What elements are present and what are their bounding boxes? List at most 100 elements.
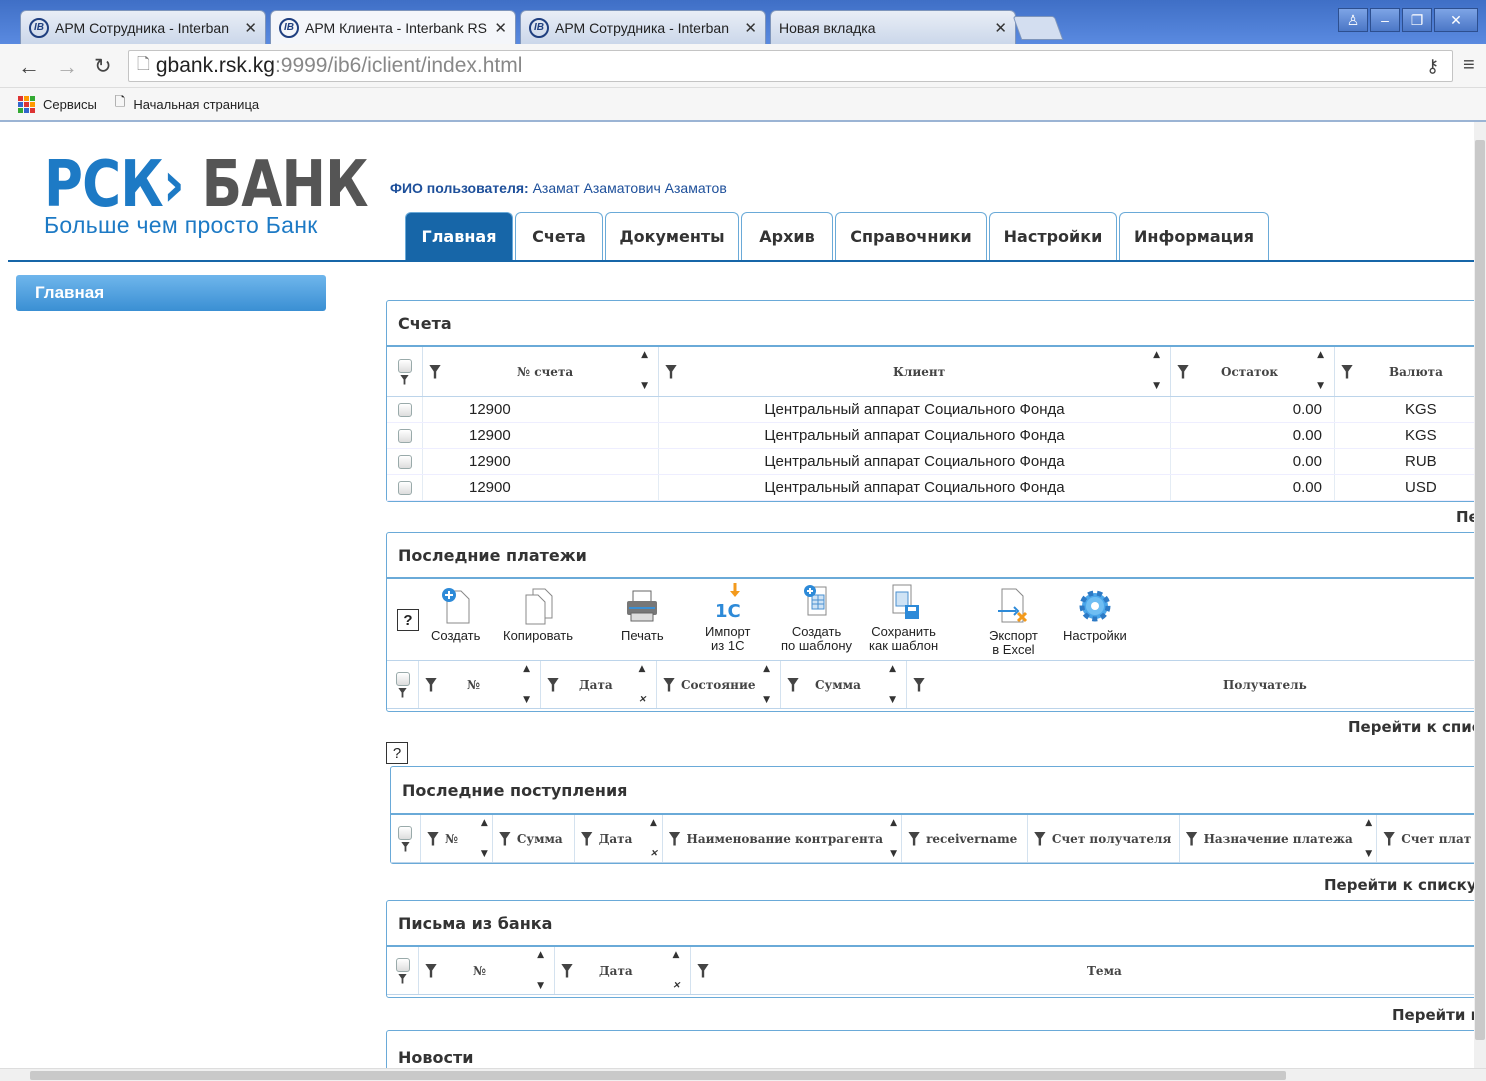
- filter-icon[interactable]: [913, 677, 925, 692]
- close-window-icon[interactable]: ✕: [1434, 8, 1478, 32]
- horizontal-scrollbar[interactable]: [0, 1068, 1486, 1081]
- sort-icon[interactable]: ▲ ✕: [672, 951, 680, 991]
- sort-icon[interactable]: ▲ ▼: [890, 819, 897, 859]
- col-account-number[interactable]: № счета: [517, 365, 573, 379]
- tab-information[interactable]: Информация: [1119, 212, 1269, 260]
- col-number[interactable]: №: [473, 964, 486, 978]
- col-balance[interactable]: Остаток: [1221, 365, 1278, 379]
- sort-icon[interactable]: ▲ ▼: [1153, 351, 1160, 391]
- browser-tab-1[interactable]: IB АРМ Сотрудника - Interban ✕: [20, 10, 266, 44]
- sort-icon[interactable]: ▲ ✕: [650, 819, 658, 859]
- table-row[interactable]: 12900 Центральный аппарат Социального Фо…: [387, 423, 1474, 449]
- filter-icon[interactable]: [1341, 364, 1353, 379]
- filter-icon[interactable]: [665, 364, 677, 379]
- col-number[interactable]: №: [467, 678, 480, 692]
- settings-button[interactable]: Настройки: [1063, 587, 1127, 643]
- col-receivername[interactable]: receivername: [926, 832, 1017, 846]
- col-counterparty[interactable]: Наименование контрагента: [687, 832, 884, 846]
- col-payer-account[interactable]: Счет плат: [1401, 832, 1471, 846]
- filter-icon[interactable]: [425, 963, 437, 978]
- col-payment-purpose[interactable]: Назначение платежа: [1204, 832, 1353, 846]
- close-tab-icon[interactable]: ✕: [494, 19, 507, 37]
- filter-icon[interactable]: [400, 374, 409, 385]
- user-icon[interactable]: ♙: [1338, 8, 1368, 32]
- row-checkbox[interactable]: [397, 428, 412, 443]
- close-tab-icon[interactable]: ✕: [744, 19, 757, 37]
- tab-references[interactable]: Справочники: [835, 212, 987, 260]
- browser-tab-2[interactable]: IB АРМ Клиента - Interbank RS ✕: [270, 10, 516, 44]
- col-client[interactable]: Клиент: [893, 365, 945, 379]
- create-button[interactable]: Создать: [431, 587, 480, 643]
- sort-icon[interactable]: ▲ ▼: [1317, 351, 1324, 391]
- filter-icon[interactable]: [398, 687, 407, 698]
- row-checkbox[interactable]: [397, 402, 412, 417]
- restore-icon[interactable]: ❐: [1402, 8, 1432, 32]
- filter-icon[interactable]: [400, 841, 410, 852]
- filter-icon[interactable]: [787, 677, 799, 692]
- col-recipient[interactable]: Получатель: [1223, 678, 1307, 692]
- browser-tab-3[interactable]: IB АРМ Сотрудника - Interban ✕: [520, 10, 766, 44]
- filter-icon[interactable]: [561, 963, 573, 978]
- tab-archive[interactable]: Архив: [741, 212, 833, 260]
- scrollbar-thumb[interactable]: [30, 1071, 1286, 1080]
- import-1c-button[interactable]: 1С Импорт из 1С: [705, 583, 750, 653]
- create-from-template-button[interactable]: Создать по шаблону: [781, 583, 852, 653]
- select-all-checkbox[interactable]: [398, 825, 413, 840]
- filter-icon[interactable]: [668, 831, 681, 846]
- filter-icon[interactable]: [908, 831, 921, 846]
- tab-documents[interactable]: Документы: [605, 212, 739, 260]
- reload-icon[interactable]: ↻: [94, 54, 112, 79]
- browser-tab-4[interactable]: Новая вкладка ✕: [770, 10, 1016, 44]
- new-tab-button[interactable]: [1012, 16, 1064, 40]
- url-field[interactable]: 🗋 gbank.rsk.kg :9999/ib6/iclient/index.h…: [128, 50, 1453, 82]
- letters-list-link[interactable]: Перейти к: [1392, 1006, 1474, 1024]
- print-button[interactable]: Печать: [621, 587, 664, 643]
- save-as-template-button[interactable]: Сохранить как шаблон: [869, 583, 938, 653]
- bookmark-services[interactable]: Сервисы: [43, 97, 97, 112]
- col-date[interactable]: Дата: [599, 964, 633, 978]
- select-all-checkbox[interactable]: [397, 358, 412, 373]
- sort-icon[interactable]: ▲ ▼: [537, 951, 544, 991]
- col-subject[interactable]: Тема: [1087, 964, 1122, 978]
- filter-icon[interactable]: [1033, 831, 1046, 846]
- table-row[interactable]: 12900 Центральный аппарат Социального Фо…: [387, 397, 1474, 423]
- sort-icon[interactable]: ▲ ▼: [641, 351, 648, 391]
- filter-icon[interactable]: [580, 831, 593, 846]
- filter-icon[interactable]: [426, 831, 439, 846]
- col-recipient-account[interactable]: Счет получателя: [1052, 832, 1171, 846]
- filter-icon[interactable]: [547, 677, 559, 692]
- close-tab-icon[interactable]: ✕: [994, 19, 1007, 37]
- filter-icon[interactable]: [697, 963, 709, 978]
- table-row[interactable]: 12900 Центральный аппарат Социального Фо…: [387, 475, 1474, 501]
- filter-icon[interactable]: [429, 364, 441, 379]
- filter-icon[interactable]: [1177, 364, 1189, 379]
- col-currency[interactable]: Валюта: [1389, 365, 1443, 379]
- sort-icon[interactable]: ▲ ▼: [889, 665, 896, 705]
- incoming-list-link[interactable]: Перейти к списку пс: [1324, 876, 1474, 894]
- select-all-checkbox[interactable]: [395, 957, 410, 972]
- filter-icon[interactable]: [425, 677, 437, 692]
- copy-button[interactable]: Копировать: [503, 587, 573, 643]
- row-checkbox[interactable]: [397, 480, 412, 495]
- filter-icon[interactable]: [1383, 831, 1396, 846]
- tab-home[interactable]: Главная: [405, 212, 513, 260]
- col-status[interactable]: Состояние: [681, 678, 755, 692]
- row-checkbox[interactable]: [397, 454, 412, 469]
- accounts-list-link[interactable]: Пе: [1456, 508, 1474, 526]
- tab-accounts[interactable]: Счета: [515, 212, 603, 260]
- vertical-scrollbar[interactable]: [1474, 122, 1486, 1068]
- filter-icon[interactable]: [398, 973, 407, 984]
- sort-icon[interactable]: ▲ ✕: [638, 665, 646, 705]
- sort-icon[interactable]: ▲ ▼: [481, 819, 488, 859]
- filter-icon[interactable]: [663, 677, 675, 692]
- table-row[interactable]: 12900 Центральный аппарат Социального Фо…: [387, 449, 1474, 475]
- bookmark-home-page[interactable]: Начальная страница: [133, 97, 259, 112]
- col-amount[interactable]: Сумма: [517, 832, 563, 846]
- tab-settings[interactable]: Настройки: [989, 212, 1117, 260]
- filter-icon[interactable]: [1185, 831, 1198, 846]
- forward-icon[interactable]: →: [56, 54, 78, 80]
- back-icon[interactable]: ←: [18, 54, 40, 80]
- filter-icon[interactable]: [498, 831, 511, 846]
- select-all-checkbox[interactable]: [395, 671, 410, 686]
- col-date[interactable]: Дата: [599, 832, 633, 846]
